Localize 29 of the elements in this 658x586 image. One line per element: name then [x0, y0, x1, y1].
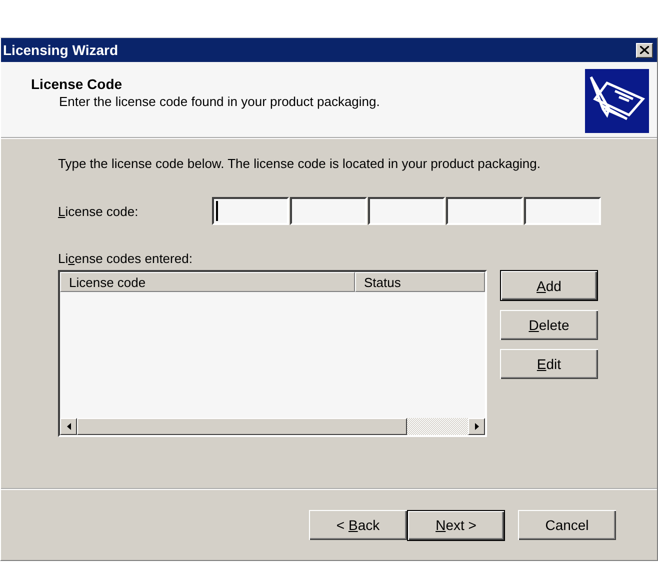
instruction-text: Type the license code below. The license code is located in your product packaging. [58, 156, 542, 171]
action-button[interactable]: Delete [500, 310, 598, 340]
code-segment-field[interactable] [446, 197, 523, 225]
column-header[interactable]: Status [355, 272, 485, 292]
code-segment-field[interactable] [290, 197, 367, 225]
left-arrow-icon [66, 423, 70, 430]
code-segment-field[interactable] [212, 197, 289, 225]
page-title: License Code [31, 76, 124, 92]
field-label: License code: [58, 204, 138, 218]
nav-button[interactable]: < Back [309, 510, 407, 540]
action-button[interactable]: Add [500, 270, 598, 301]
action-button[interactable]: Edit [500, 349, 598, 379]
close-button[interactable] [636, 42, 653, 58]
window-title: Licensing Wizard [3, 42, 118, 58]
document-pen-icon [585, 69, 649, 133]
scroll-right-button[interactable] [468, 418, 485, 435]
page-subtitle: Enter the license code found in your product packaging. [58, 94, 380, 109]
list-label: License codes entered: [58, 251, 194, 266]
code-segment-field[interactable] [368, 197, 445, 225]
scroll-left-button[interactable] [60, 418, 77, 435]
nav-button[interactable]: Next > [407, 510, 505, 540]
close-icon [640, 46, 649, 54]
nav-button[interactable]: Cancel [518, 510, 616, 540]
right-arrow-icon [474, 423, 478, 430]
column-header[interactable]: License code [60, 272, 355, 292]
horizontal-scrollbar[interactable] [60, 418, 485, 435]
scroll-thumb[interactable] [77, 418, 407, 435]
code-segment-field[interactable] [524, 197, 601, 225]
license-list[interactable]: License code Status [58, 270, 487, 437]
